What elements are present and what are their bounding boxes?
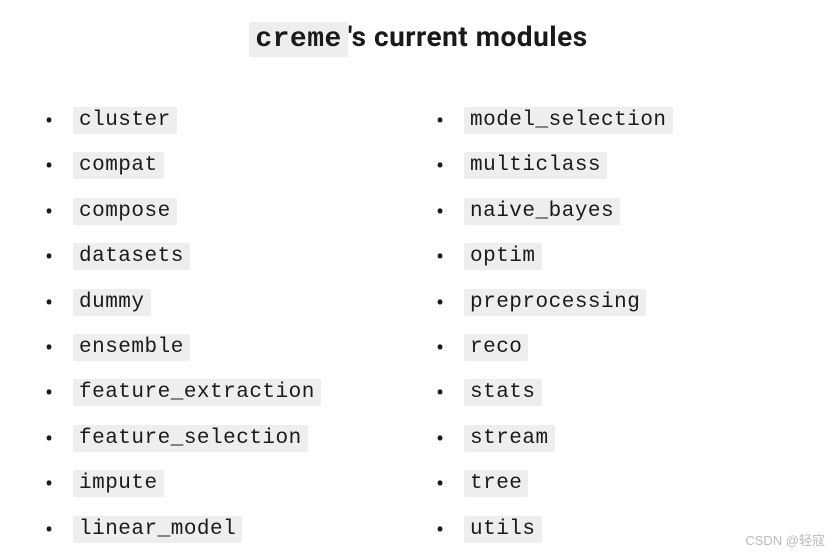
module-name: tree	[464, 470, 528, 497]
title-code: creme	[249, 22, 348, 57]
column-right: model_selection multiclass naive_bayes o…	[436, 105, 807, 559]
list-item: naive_bayes	[436, 196, 807, 226]
module-name: utils	[464, 516, 542, 543]
column-left: cluster compat compose datasets dummy en…	[45, 105, 416, 559]
module-list-left: cluster compat compose datasets dummy en…	[45, 105, 416, 544]
module-name: feature_extraction	[73, 379, 321, 406]
list-item: tree	[436, 468, 807, 498]
module-name: linear_model	[73, 516, 242, 543]
list-item: model_selection	[436, 105, 807, 135]
list-item: multiclass	[436, 150, 807, 180]
module-name: compat	[73, 152, 164, 179]
list-item: impute	[45, 468, 416, 498]
module-name: reco	[464, 334, 528, 361]
module-name: naive_bayes	[464, 198, 620, 225]
module-name: compose	[73, 198, 177, 225]
list-item: preprocessing	[436, 287, 807, 317]
module-name: feature_selection	[73, 425, 308, 452]
list-item: stats	[436, 377, 807, 407]
list-item: dummy	[45, 287, 416, 317]
module-name: stats	[464, 379, 542, 406]
module-name: model_selection	[464, 107, 673, 134]
module-name: datasets	[73, 243, 190, 270]
list-item: reco	[436, 332, 807, 362]
list-item: optim	[436, 241, 807, 271]
list-item: ensemble	[45, 332, 416, 362]
title-suffix: 's current modules	[348, 20, 588, 53]
module-name: dummy	[73, 289, 151, 316]
module-name: optim	[464, 243, 542, 270]
module-name: cluster	[73, 107, 177, 134]
list-item: feature_extraction	[45, 377, 416, 407]
list-item: datasets	[45, 241, 416, 271]
list-item: compat	[45, 150, 416, 180]
module-list-right: model_selection multiclass naive_bayes o…	[436, 105, 807, 544]
page-title: creme's current modules	[30, 20, 807, 55]
watermark: CSDN @轻寇	[745, 530, 825, 549]
list-item: cluster	[45, 105, 416, 135]
list-item: stream	[436, 423, 807, 453]
module-name: ensemble	[73, 334, 190, 361]
list-item: feature_selection	[45, 423, 416, 453]
module-columns: cluster compat compose datasets dummy en…	[30, 105, 807, 559]
module-name: stream	[464, 425, 555, 452]
module-name: preprocessing	[464, 289, 646, 316]
list-item: linear_model	[45, 514, 416, 544]
module-name: impute	[73, 470, 164, 497]
list-item: compose	[45, 196, 416, 226]
module-name: multiclass	[464, 152, 607, 179]
